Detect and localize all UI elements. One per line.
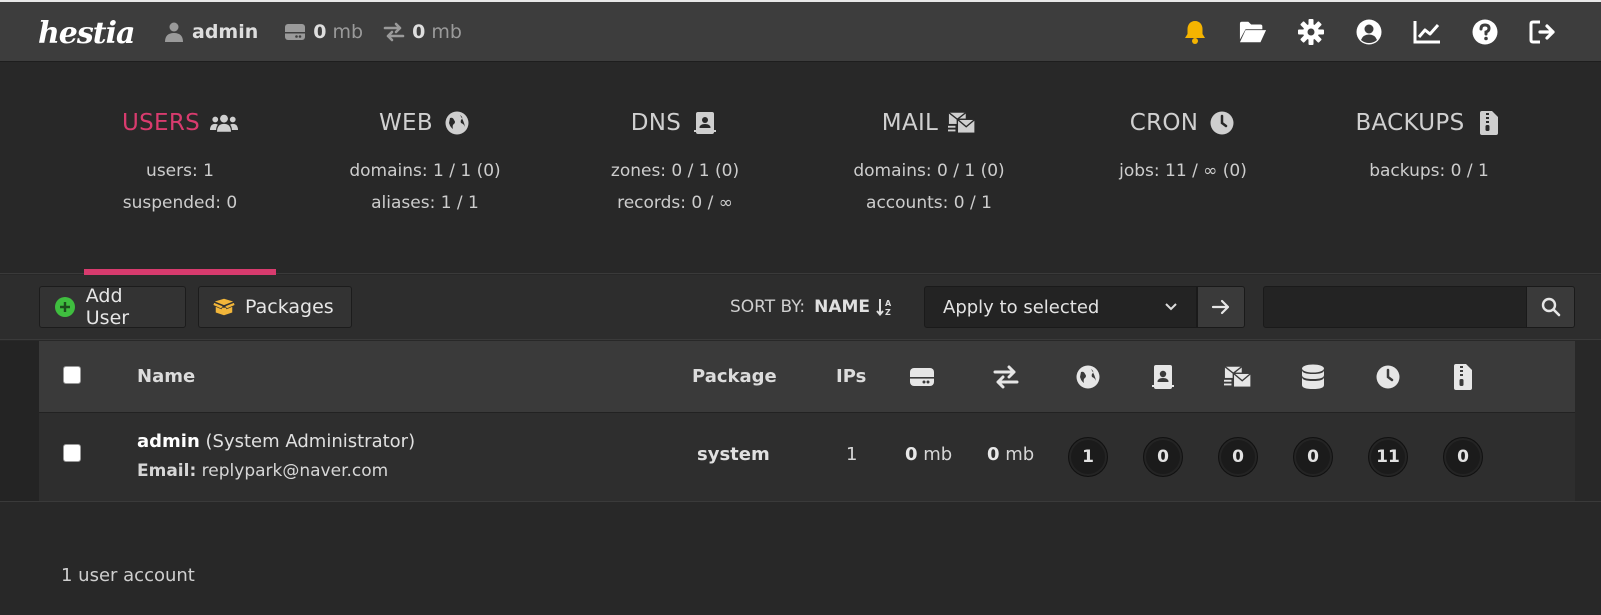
tab-mail-line1: domains: 0 / 1 (0) [853, 161, 1005, 181]
select-all-checkbox[interactable] [63, 366, 81, 384]
user-fullname: (System Administrator) [205, 431, 416, 452]
packages-button[interactable]: Packages [198, 286, 352, 328]
user-icon [163, 21, 185, 43]
bell-icon[interactable] [1181, 18, 1209, 46]
tab-users-line2: suspended: 0 [122, 193, 238, 213]
top-icons [1151, 18, 1557, 46]
globe-icon [1074, 363, 1102, 391]
mail-bulk-icon [1224, 363, 1252, 391]
user-circle-icon[interactable] [1355, 18, 1383, 46]
tab-backups-line1: backups: 0 / 1 [1369, 161, 1489, 181]
search-icon [1541, 297, 1561, 317]
sort-value[interactable]: NAME AZ [814, 297, 894, 317]
database-icon [1299, 363, 1327, 391]
clock-icon [1374, 363, 1402, 391]
stats-tabs: USERS users: 1 suspended: 0 WEB domains:… [0, 63, 1601, 275]
file-archive-icon [1475, 109, 1503, 137]
arrow-right-icon [1211, 299, 1231, 315]
header-package[interactable]: Package [692, 366, 777, 387]
hdd-icon [284, 21, 306, 43]
tab-web-line2: aliases: 1 / 1 [371, 193, 479, 213]
disk-cell: 0 mb [905, 444, 953, 465]
top-bandwidth-unit: mb [431, 21, 462, 43]
file-archive-icon [1449, 363, 1477, 391]
mail-bulk-icon [948, 109, 976, 137]
question-circle-icon[interactable] [1471, 18, 1499, 46]
address-book-icon [691, 109, 719, 137]
top-bandwidth-value: 0 [412, 21, 426, 43]
sort-alpha-icon: AZ [876, 298, 894, 316]
tab-dns-line2: records: 0 / ∞ [617, 193, 733, 213]
top-username: admin [192, 21, 259, 43]
folder-open-icon[interactable] [1239, 18, 1267, 46]
tab-dns[interactable]: DNS zones: 0 / 1 (0) records: 0 / ∞ [580, 63, 770, 274]
apply-button[interactable] [1197, 286, 1245, 328]
tab-web-line1: domains: 1 / 1 (0) [349, 161, 501, 181]
db-count-badge: 0 [1293, 437, 1333, 477]
cron-count-badge: 11 [1368, 437, 1408, 477]
user-count-text: 1 user account [61, 565, 195, 586]
chevron-down-icon [1164, 302, 1178, 312]
tab-cron[interactable]: CRON jobs: 11 / ∞ (0) [1088, 63, 1278, 274]
web-count-badge: 1 [1068, 437, 1108, 477]
svg-text:A: A [885, 299, 892, 308]
tab-dns-line1: zones: 0 / 1 (0) [610, 161, 740, 181]
username-link[interactable]: admin [137, 431, 200, 452]
exchange-icon [383, 21, 405, 43]
top-disk-value: 0 [313, 21, 327, 43]
chart-line-icon[interactable] [1413, 18, 1441, 46]
exchange-icon [992, 363, 1020, 391]
table-header: Name Package IPs [39, 341, 1575, 412]
address-book-icon [1149, 363, 1177, 391]
tab-web[interactable]: WEB domains: 1 / 1 (0) aliases: 1 / 1 [330, 63, 520, 274]
hestia-logo[interactable]: hestia [38, 10, 135, 56]
backups-count-badge: 0 [1443, 437, 1483, 477]
bulk-action-select[interactable]: Apply to selected [924, 286, 1197, 328]
plus-circle-icon [54, 296, 76, 318]
user-email: replypark@naver.com [201, 461, 389, 481]
dns-count-badge: 0 [1143, 437, 1183, 477]
search-button[interactable] [1526, 286, 1575, 328]
users-icon [210, 109, 239, 137]
search-input[interactable] [1263, 286, 1527, 328]
table-bottom-divider [0, 501, 1601, 502]
ips-cell: 1 [846, 444, 858, 465]
left-gutter [0, 341, 39, 501]
svg-text:Z: Z [885, 308, 891, 316]
top-stats: admin 0 mb 0 mb [163, 18, 482, 46]
clock-icon [1208, 109, 1236, 137]
tab-cron-line1: jobs: 11 / ∞ (0) [1119, 161, 1247, 181]
add-user-button[interactable]: Add User [39, 285, 186, 329]
tab-users[interactable]: USERS users: 1 suspended: 0 [84, 63, 276, 275]
tab-users-line1: users: 1 [146, 161, 214, 181]
table-row: admin (System Administrator) Email: repl… [39, 412, 1575, 501]
sign-out-icon[interactable] [1529, 18, 1557, 46]
tab-mail[interactable]: MAIL domains: 0 / 1 (0) accounts: 0 / 1 [834, 63, 1024, 274]
tab-backups[interactable]: BACKUPS backups: 0 / 1 [1334, 63, 1524, 274]
tab-mail-line2: accounts: 0 / 1 [866, 193, 992, 213]
package-cell[interactable]: system [697, 444, 770, 465]
top-bar: hestia admin 0 mb 0 mb [0, 0, 1601, 62]
hdd-icon [908, 363, 936, 391]
mail-count-badge: 0 [1218, 437, 1258, 477]
globe-icon [443, 109, 471, 137]
box-open-icon [213, 296, 235, 318]
header-ips[interactable]: IPs [836, 366, 866, 387]
user-email-cell: Email: replypark@naver.com [137, 461, 389, 481]
row-checkbox[interactable] [63, 444, 81, 462]
bandwidth-cell: 0 mb [987, 444, 1035, 465]
top-disk-unit: mb [332, 21, 364, 43]
sort-control: SORT BY: NAME AZ [730, 297, 894, 317]
header-name[interactable]: Name [137, 366, 195, 387]
user-name-cell: admin (System Administrator) [137, 431, 415, 452]
toolbar: Add User Packages SORT BY: NAME AZ Apply… [0, 275, 1601, 340]
gear-icon[interactable] [1297, 18, 1325, 46]
